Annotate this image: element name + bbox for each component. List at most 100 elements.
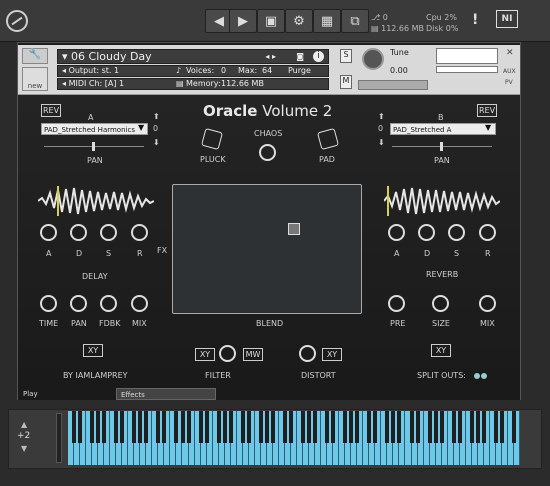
octave-b-down-icon[interactable]: ⬇ (378, 138, 385, 147)
aux-button[interactable]: AUX (503, 68, 516, 75)
info-icon[interactable]: i (313, 51, 324, 62)
piano-keyboard[interactable] (68, 411, 520, 465)
black-key[interactable] (120, 411, 125, 443)
distort-xy-button[interactable]: XY (322, 348, 342, 361)
black-key[interactable] (469, 411, 474, 443)
black-key[interactable] (144, 411, 149, 443)
save-icon[interactable]: ▣ (257, 9, 285, 33)
next-instrument-button[interactable]: ▶ (229, 9, 257, 33)
black-key[interactable] (313, 411, 318, 443)
black-key[interactable] (367, 411, 372, 443)
black-key[interactable] (355, 411, 360, 443)
mw-button[interactable]: MW (243, 348, 263, 361)
black-key[interactable] (409, 411, 414, 443)
release-b-knob[interactable] (479, 224, 496, 241)
octave-b-up-icon[interactable]: ⬆ (378, 112, 385, 121)
black-key[interactable] (511, 411, 516, 443)
black-key[interactable] (138, 411, 143, 443)
black-key[interactable] (385, 411, 390, 443)
tab-play[interactable]: Play (19, 388, 115, 400)
release-a-knob[interactable] (131, 224, 148, 241)
split-out-1-toggle[interactable] (474, 373, 480, 379)
black-key[interactable] (240, 411, 245, 443)
split-out-2-toggle[interactable] (481, 373, 487, 379)
blend-xy-handle[interactable] (288, 223, 300, 235)
black-key[interactable] (427, 411, 432, 443)
black-key[interactable] (439, 411, 444, 443)
output-value[interactable]: st. 1 (102, 66, 119, 75)
resize-icon[interactable]: ⧉ (341, 9, 369, 33)
mute-button[interactable]: M (340, 75, 352, 89)
delay-pan-knob[interactable] (70, 295, 87, 312)
black-key[interactable] (204, 411, 209, 443)
midi-channel-value[interactable]: [A] 1 (105, 79, 124, 88)
black-key[interactable] (481, 411, 486, 443)
black-key[interactable] (228, 411, 233, 443)
pan-a-handle[interactable] (92, 142, 95, 151)
black-key[interactable] (132, 411, 137, 443)
decay-b-knob[interactable] (418, 224, 435, 241)
attack-a-knob[interactable] (40, 224, 57, 241)
octave-a-up-icon[interactable]: ⬆ (153, 112, 160, 121)
octave-b-value[interactable]: 0 (378, 124, 383, 133)
pan-slider[interactable] (358, 80, 428, 90)
black-key[interactable] (325, 411, 330, 443)
black-key[interactable] (222, 411, 227, 443)
black-key[interactable] (258, 411, 263, 443)
tune-knob[interactable] (362, 48, 384, 70)
delay-mix-knob[interactable] (131, 295, 148, 312)
black-key[interactable] (301, 411, 306, 443)
black-key[interactable] (270, 411, 275, 443)
black-key[interactable] (397, 411, 402, 443)
xy-right-button[interactable]: XY (431, 344, 451, 357)
black-key[interactable] (180, 411, 185, 443)
black-key[interactable] (156, 411, 161, 443)
black-key[interactable] (78, 411, 83, 443)
black-key[interactable] (72, 411, 77, 443)
black-key[interactable] (114, 411, 119, 443)
pitch-wheel[interactable] (56, 413, 62, 463)
distort-knob[interactable] (299, 345, 316, 362)
black-key[interactable] (331, 411, 336, 443)
black-key[interactable] (493, 411, 498, 443)
black-key[interactable] (246, 411, 251, 443)
wrench-icon[interactable]: 🔧 (22, 48, 48, 64)
camera-icon[interactable]: ◙ (296, 50, 304, 63)
black-key[interactable] (162, 411, 167, 443)
alert-icon[interactable]: ! (472, 12, 478, 28)
reverb-pre-knob[interactable] (388, 295, 405, 312)
black-key[interactable] (96, 411, 101, 443)
rev-a-button[interactable]: REV (41, 104, 61, 117)
filter-xy-button[interactable]: XY (195, 348, 215, 361)
octave-a-value[interactable]: 0 (153, 124, 158, 133)
xy-left-button[interactable]: XY (83, 344, 103, 357)
instrument-name-field[interactable]: ▾ 06 Cloudy Day ◂ ▸ ◙ i (57, 49, 329, 64)
delay-time-knob[interactable] (40, 295, 57, 312)
black-key[interactable] (349, 411, 354, 443)
delay-feedback-knob[interactable] (100, 295, 117, 312)
black-key[interactable] (457, 411, 462, 443)
black-key[interactable] (475, 411, 480, 443)
chaos-knob[interactable] (259, 144, 276, 161)
decay-a-knob[interactable] (70, 224, 87, 241)
black-key[interactable] (102, 411, 107, 443)
reverb-mix-knob[interactable] (479, 295, 496, 312)
black-key[interactable] (499, 411, 504, 443)
sustain-a-knob[interactable] (100, 224, 117, 241)
gear-icon[interactable]: ⚙ (285, 9, 313, 33)
preset-a-chevron-icon[interactable]: ▼ (138, 123, 144, 132)
pan-b-handle[interactable] (440, 142, 443, 151)
reverb-size-knob[interactable] (432, 295, 449, 312)
black-key[interactable] (433, 411, 438, 443)
black-key[interactable] (186, 411, 191, 443)
preset-b-chevron-icon[interactable]: ▼ (485, 123, 491, 132)
volume-meter[interactable] (436, 48, 498, 64)
black-key[interactable] (373, 411, 378, 443)
preset-b-dropdown[interactable]: PAD_Stretched A (390, 123, 496, 135)
attack-b-knob[interactable] (388, 224, 405, 241)
black-key[interactable] (198, 411, 203, 443)
black-key[interactable] (282, 411, 287, 443)
tune-value[interactable]: 0.00 (390, 66, 408, 75)
max-value[interactable]: 64 (262, 66, 272, 76)
black-key[interactable] (451, 411, 456, 443)
